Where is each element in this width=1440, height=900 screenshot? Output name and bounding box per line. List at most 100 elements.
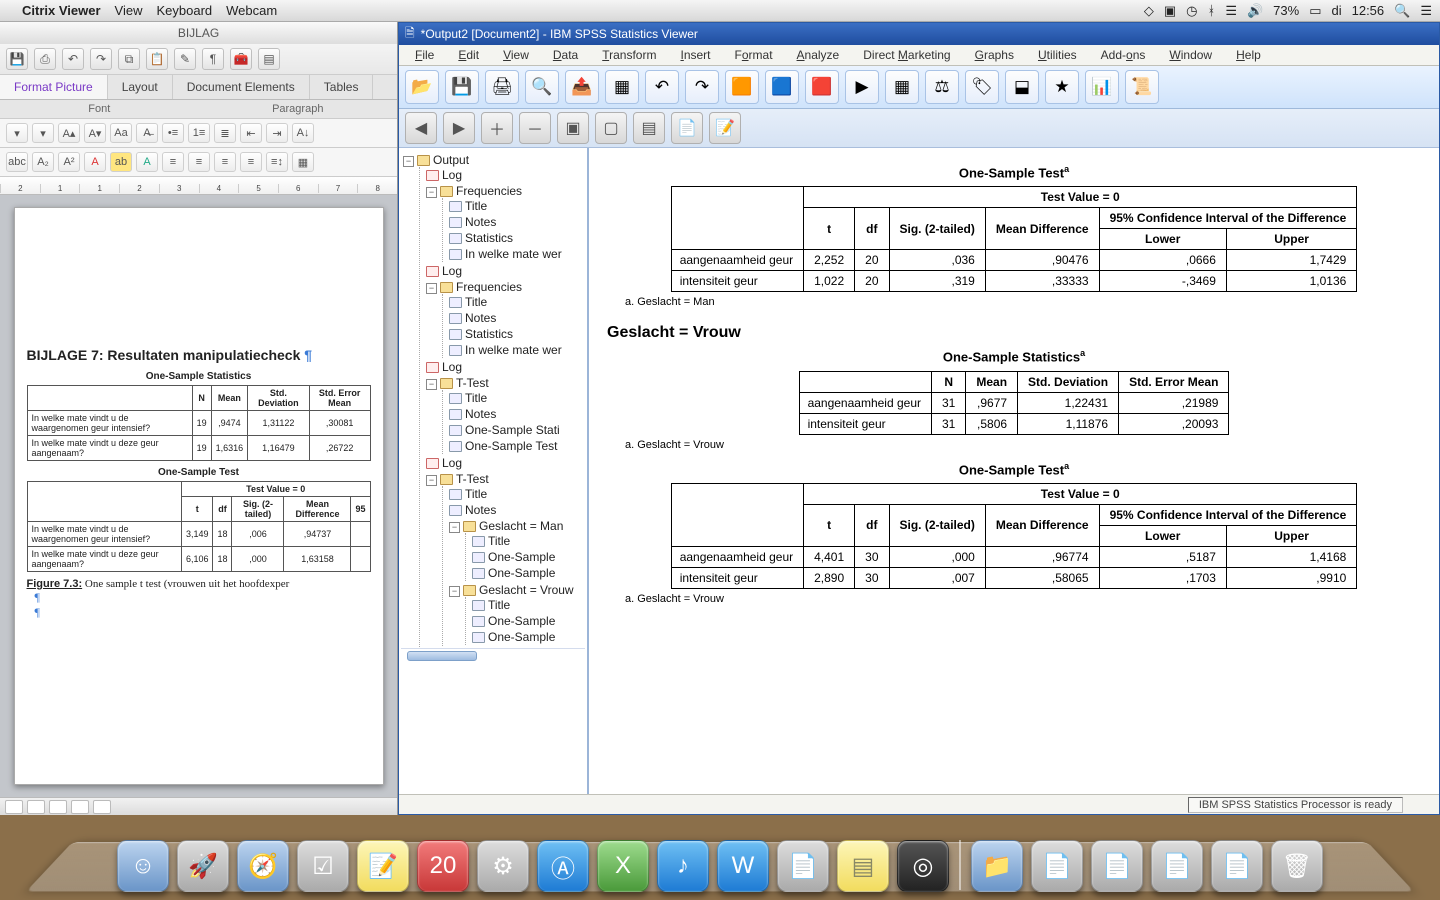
menu-icon[interactable]: ☰ bbox=[1420, 3, 1432, 19]
align-left-icon[interactable]: ≡ bbox=[162, 152, 184, 172]
tree-leaf[interactable]: Notes bbox=[447, 406, 585, 422]
dock-finder-icon[interactable]: ☺ bbox=[117, 840, 169, 892]
tree-leaf[interactable]: Title bbox=[447, 486, 585, 502]
export-icon[interactable]: 📤 bbox=[565, 70, 599, 104]
tree-branch[interactable]: −FrequenciesTitleNotesStatisticsIn welke… bbox=[424, 279, 585, 359]
menu-edit[interactable]: Edit bbox=[448, 45, 489, 65]
show-marks-icon[interactable]: ¶ bbox=[202, 48, 224, 70]
shrink-font-icon[interactable]: A▾ bbox=[84, 123, 106, 143]
run-icon[interactable]: ▶ bbox=[845, 70, 879, 104]
dock-notes-icon[interactable]: 📝 bbox=[357, 840, 409, 892]
numbering-icon[interactable]: 1≡ bbox=[188, 123, 210, 143]
multilevel-icon[interactable]: ≣ bbox=[214, 123, 236, 143]
nav-back-icon[interactable]: ◀ bbox=[405, 112, 437, 144]
grow-font-icon[interactable]: A▴ bbox=[58, 123, 80, 143]
view-focus-icon[interactable] bbox=[93, 800, 111, 814]
dock-launchpad-icon[interactable]: 🚀 bbox=[177, 840, 229, 892]
dock-downloads-icon[interactable]: 📁 bbox=[971, 840, 1023, 892]
dock-pages-icon[interactable]: 📄 bbox=[777, 840, 829, 892]
outline-hscroll[interactable] bbox=[401, 648, 585, 664]
clock-icon[interactable]: ◷ bbox=[1186, 3, 1197, 19]
tree-leaf[interactable]: Statistics bbox=[447, 326, 585, 342]
menu-utilities[interactable]: Utilities bbox=[1028, 45, 1087, 65]
split-icon[interactable]: ⬓ bbox=[1005, 70, 1039, 104]
dock-appstore-icon[interactable]: Ⓐ bbox=[537, 840, 589, 892]
print-icon[interactable]: 🖨 bbox=[485, 70, 519, 104]
dock-doc2-icon[interactable]: 📄 bbox=[1091, 840, 1143, 892]
tree-leaf[interactable]: One-Sample Stati bbox=[447, 422, 585, 438]
line-spacing-icon[interactable]: ≡↕ bbox=[266, 152, 288, 172]
collapse-icon[interactable]: － bbox=[519, 112, 551, 144]
tree-leaf[interactable]: Log bbox=[424, 359, 585, 375]
word-document-area[interactable]: BIJLAGE 7: Resultaten manipulatiecheck ¶… bbox=[0, 195, 397, 797]
undo-icon[interactable]: ↶ bbox=[645, 70, 679, 104]
undo-icon[interactable]: ↶ bbox=[62, 48, 84, 70]
tree-branch[interactable]: −T-TestTitleNotes−Geslacht = ManTitleOne… bbox=[424, 471, 585, 647]
tree-leaf[interactable]: One-Sample Test bbox=[447, 438, 585, 454]
highlight-icon[interactable]: ab bbox=[110, 152, 132, 172]
tab-document-elements[interactable]: Document Elements bbox=[173, 75, 310, 99]
bullets-icon[interactable]: •≡ bbox=[162, 123, 184, 143]
insert-title-icon[interactable]: 📄 bbox=[671, 112, 703, 144]
format-painter-icon[interactable]: ✎ bbox=[174, 48, 196, 70]
goto-case-icon[interactable]: 🟦 bbox=[765, 70, 799, 104]
menu-help[interactable]: Help bbox=[1226, 45, 1271, 65]
dock-excel-icon[interactable]: X bbox=[597, 840, 649, 892]
insert-heading-icon[interactable]: ▤ bbox=[633, 112, 665, 144]
tree-leaf[interactable]: One-Sample bbox=[470, 549, 585, 565]
font-select[interactable]: ▾ bbox=[6, 123, 28, 143]
dock-calendar-icon[interactable]: 20 bbox=[417, 840, 469, 892]
menu-graphs[interactable]: Graphs bbox=[965, 45, 1024, 65]
select-icon[interactable]: ▦ bbox=[885, 70, 919, 104]
dock-reminders-icon[interactable]: ☑ bbox=[297, 840, 349, 892]
nav-fwd-icon[interactable]: ▶ bbox=[443, 112, 475, 144]
tree-leaf[interactable]: One-Sample bbox=[470, 629, 585, 645]
superscript-icon[interactable]: A² bbox=[58, 152, 80, 172]
change-case-icon[interactable]: Aa bbox=[110, 123, 132, 143]
indent-right-icon[interactable]: ⇥ bbox=[266, 123, 288, 143]
ruler[interactable]: 21 12 34 56 78 bbox=[0, 177, 397, 195]
align-center-icon[interactable]: ≡ bbox=[188, 152, 210, 172]
save-icon[interactable]: 💾 bbox=[445, 70, 479, 104]
expand-icon[interactable]: ＋ bbox=[481, 112, 513, 144]
spss-output-viewer[interactable]: One-Sample Testa Test Value = 0 tdfSig. … bbox=[589, 148, 1439, 794]
tree-leaf[interactable]: Log bbox=[424, 263, 585, 279]
menu-analyze[interactable]: Analyze bbox=[787, 45, 850, 65]
menu-transform[interactable]: Transform bbox=[592, 45, 666, 65]
toolbox-icon[interactable]: 🧰 bbox=[230, 48, 252, 70]
tree-leaf[interactable]: One-Sample bbox=[470, 565, 585, 581]
dock-doc1-icon[interactable]: 📄 bbox=[1031, 840, 1083, 892]
hide-icon[interactable]: ▢ bbox=[595, 112, 627, 144]
dock-safari-icon[interactable]: 🧭 bbox=[237, 840, 289, 892]
view-publish-icon[interactable] bbox=[49, 800, 67, 814]
align-right-icon[interactable]: ≡ bbox=[214, 152, 236, 172]
copy-icon[interactable]: ⧉ bbox=[118, 48, 140, 70]
menu-file[interactable]: File bbox=[405, 45, 444, 65]
sidebar-icon[interactable]: ▤ bbox=[258, 48, 280, 70]
tree-leaf[interactable]: In welke mate wer bbox=[447, 342, 585, 358]
redo-icon[interactable]: ↷ bbox=[685, 70, 719, 104]
paste-icon[interactable]: 📋 bbox=[146, 48, 168, 70]
tree-leaf[interactable]: Statistics bbox=[447, 230, 585, 246]
recall-icon[interactable]: ▦ bbox=[605, 70, 639, 104]
dock-itunes-icon[interactable]: ♪ bbox=[657, 840, 709, 892]
view-outline-icon[interactable] bbox=[27, 800, 45, 814]
save-icon[interactable]: 💾 bbox=[6, 48, 28, 70]
mac-menu-keyboard[interactable]: Keyboard bbox=[156, 3, 212, 18]
menu-data[interactable]: Data bbox=[543, 45, 588, 65]
sync-icon[interactable]: ▣ bbox=[1164, 3, 1176, 19]
dock-doc4-icon[interactable]: 📄 bbox=[1211, 840, 1263, 892]
tree-leaf[interactable]: Title bbox=[470, 533, 585, 549]
app-name[interactable]: Citrix Viewer bbox=[22, 3, 101, 18]
battery-icon[interactable]: ▭ bbox=[1309, 3, 1321, 19]
tree-branch[interactable]: −T-TestTitleNotesOne-Sample StatiOne-Sam… bbox=[424, 375, 585, 455]
open-icon[interactable]: 📂 bbox=[405, 70, 439, 104]
volume-icon[interactable]: 🔊 bbox=[1247, 3, 1263, 19]
dock-doc3-icon[interactable]: 📄 bbox=[1151, 840, 1203, 892]
tab-tables[interactable]: Tables bbox=[310, 75, 374, 99]
mac-menu-webcam[interactable]: Webcam bbox=[226, 3, 277, 18]
tree-leaf[interactable]: Title bbox=[470, 597, 585, 613]
tab-layout[interactable]: Layout bbox=[108, 75, 173, 99]
variables-icon[interactable]: 🟥 bbox=[805, 70, 839, 104]
tree-leaf[interactable]: Title bbox=[447, 198, 585, 214]
